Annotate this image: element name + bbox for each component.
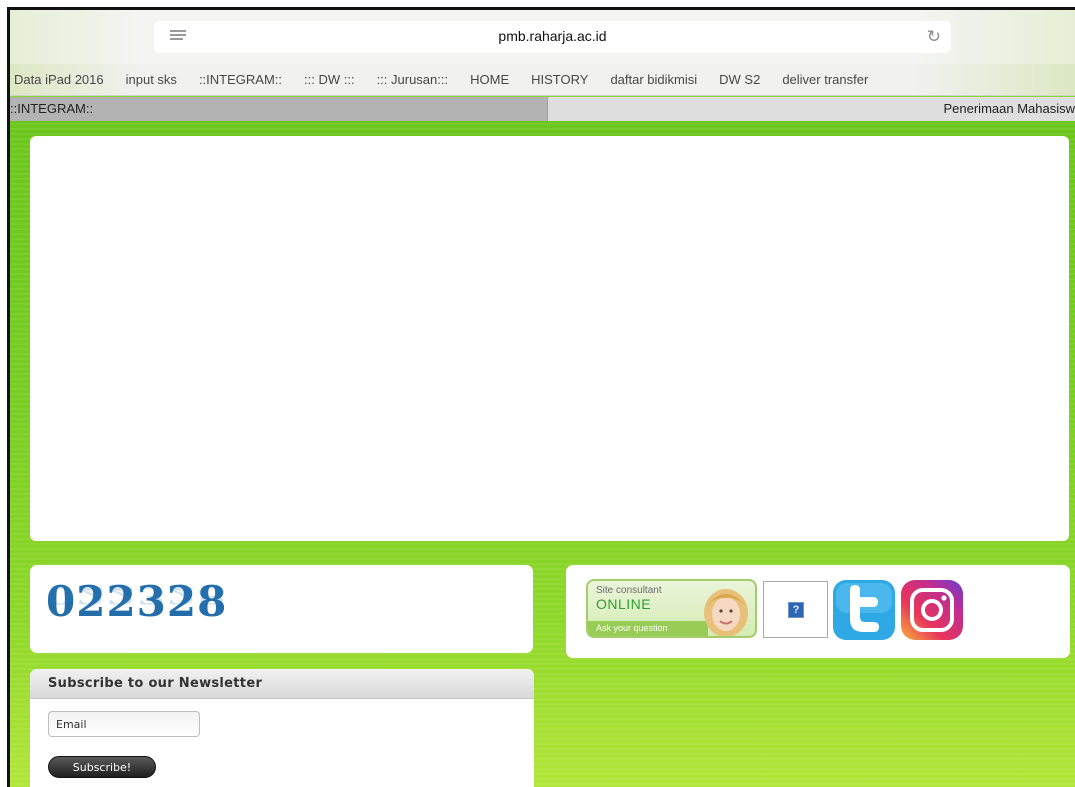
- tab-penerimaan-mahasiswa[interactable]: Penerimaan Mahasisw: [548, 97, 1075, 121]
- main-content-panel: [30, 136, 1069, 541]
- bookmark-deliver-transfer[interactable]: deliver transfer: [782, 72, 868, 87]
- tab-strip: ::INTEGRAM:: Penerimaan Mahasisw: [10, 97, 1075, 121]
- bookmark-home[interactable]: HOME: [470, 72, 509, 87]
- newsletter-panel: Subscribe to our Newsletter Subscribe!: [30, 669, 534, 787]
- web-page: 022328 022328 Site consultant ONLINE Ask…: [10, 121, 1075, 787]
- url-field[interactable]: pmb.raharja.ac.id ↻: [154, 21, 951, 53]
- newsletter-title: Subscribe to our Newsletter: [48, 676, 263, 691]
- visitor-counter-panel: 022328 022328: [30, 565, 533, 653]
- consultant-status: ONLINE: [596, 596, 652, 612]
- consultant-ask-button[interactable]: Ask your question: [588, 621, 708, 636]
- newsletter-header: Subscribe to our Newsletter: [30, 669, 534, 699]
- consultant-avatar: [704, 589, 748, 636]
- tab-integram[interactable]: ::INTEGRAM::: [10, 97, 548, 121]
- bookmark-dw[interactable]: ::: DW :::: [304, 72, 355, 87]
- bookmark-jurusan[interactable]: ::: Jurusan:::: [377, 72, 449, 87]
- reload-icon[interactable]: ↻: [927, 27, 941, 47]
- visitor-counter-reflection: 022328: [46, 582, 228, 609]
- bookmark-history[interactable]: HISTORY: [531, 72, 588, 87]
- url-text[interactable]: pmb.raharja.ac.id: [154, 28, 951, 44]
- bookmarks-bar: Data iPad 2016 input sks ::INTEGRAM:: ::…: [10, 64, 1075, 96]
- social-panel: Site consultant ONLINE Ask your question…: [566, 565, 1070, 658]
- site-consultant-widget[interactable]: Site consultant ONLINE Ask your question: [586, 579, 757, 638]
- instagram-icon[interactable]: [900, 579, 964, 641]
- help-icon[interactable]: ?: [788, 602, 804, 618]
- help-box[interactable]: ?: [763, 581, 828, 638]
- bookmark-input-sks[interactable]: input sks: [126, 72, 177, 87]
- consultant-label: Site consultant: [596, 585, 662, 596]
- bookmark-dw-s2[interactable]: DW S2: [719, 72, 760, 87]
- browser-window: pmb.raharja.ac.id ↻ Data iPad 2016 input…: [7, 7, 1075, 787]
- bookmark-daftar-bidikmisi[interactable]: daftar bidikmisi: [610, 72, 697, 87]
- email-field[interactable]: [48, 711, 200, 737]
- bookmark-data-ipad-2016[interactable]: Data iPad 2016: [14, 72, 104, 87]
- subscribe-button[interactable]: Subscribe!: [48, 756, 156, 778]
- address-bar: pmb.raharja.ac.id ↻: [10, 10, 1075, 64]
- bookmark-integram[interactable]: ::INTEGRAM::: [199, 72, 282, 87]
- twitter-icon[interactable]: [832, 579, 896, 641]
